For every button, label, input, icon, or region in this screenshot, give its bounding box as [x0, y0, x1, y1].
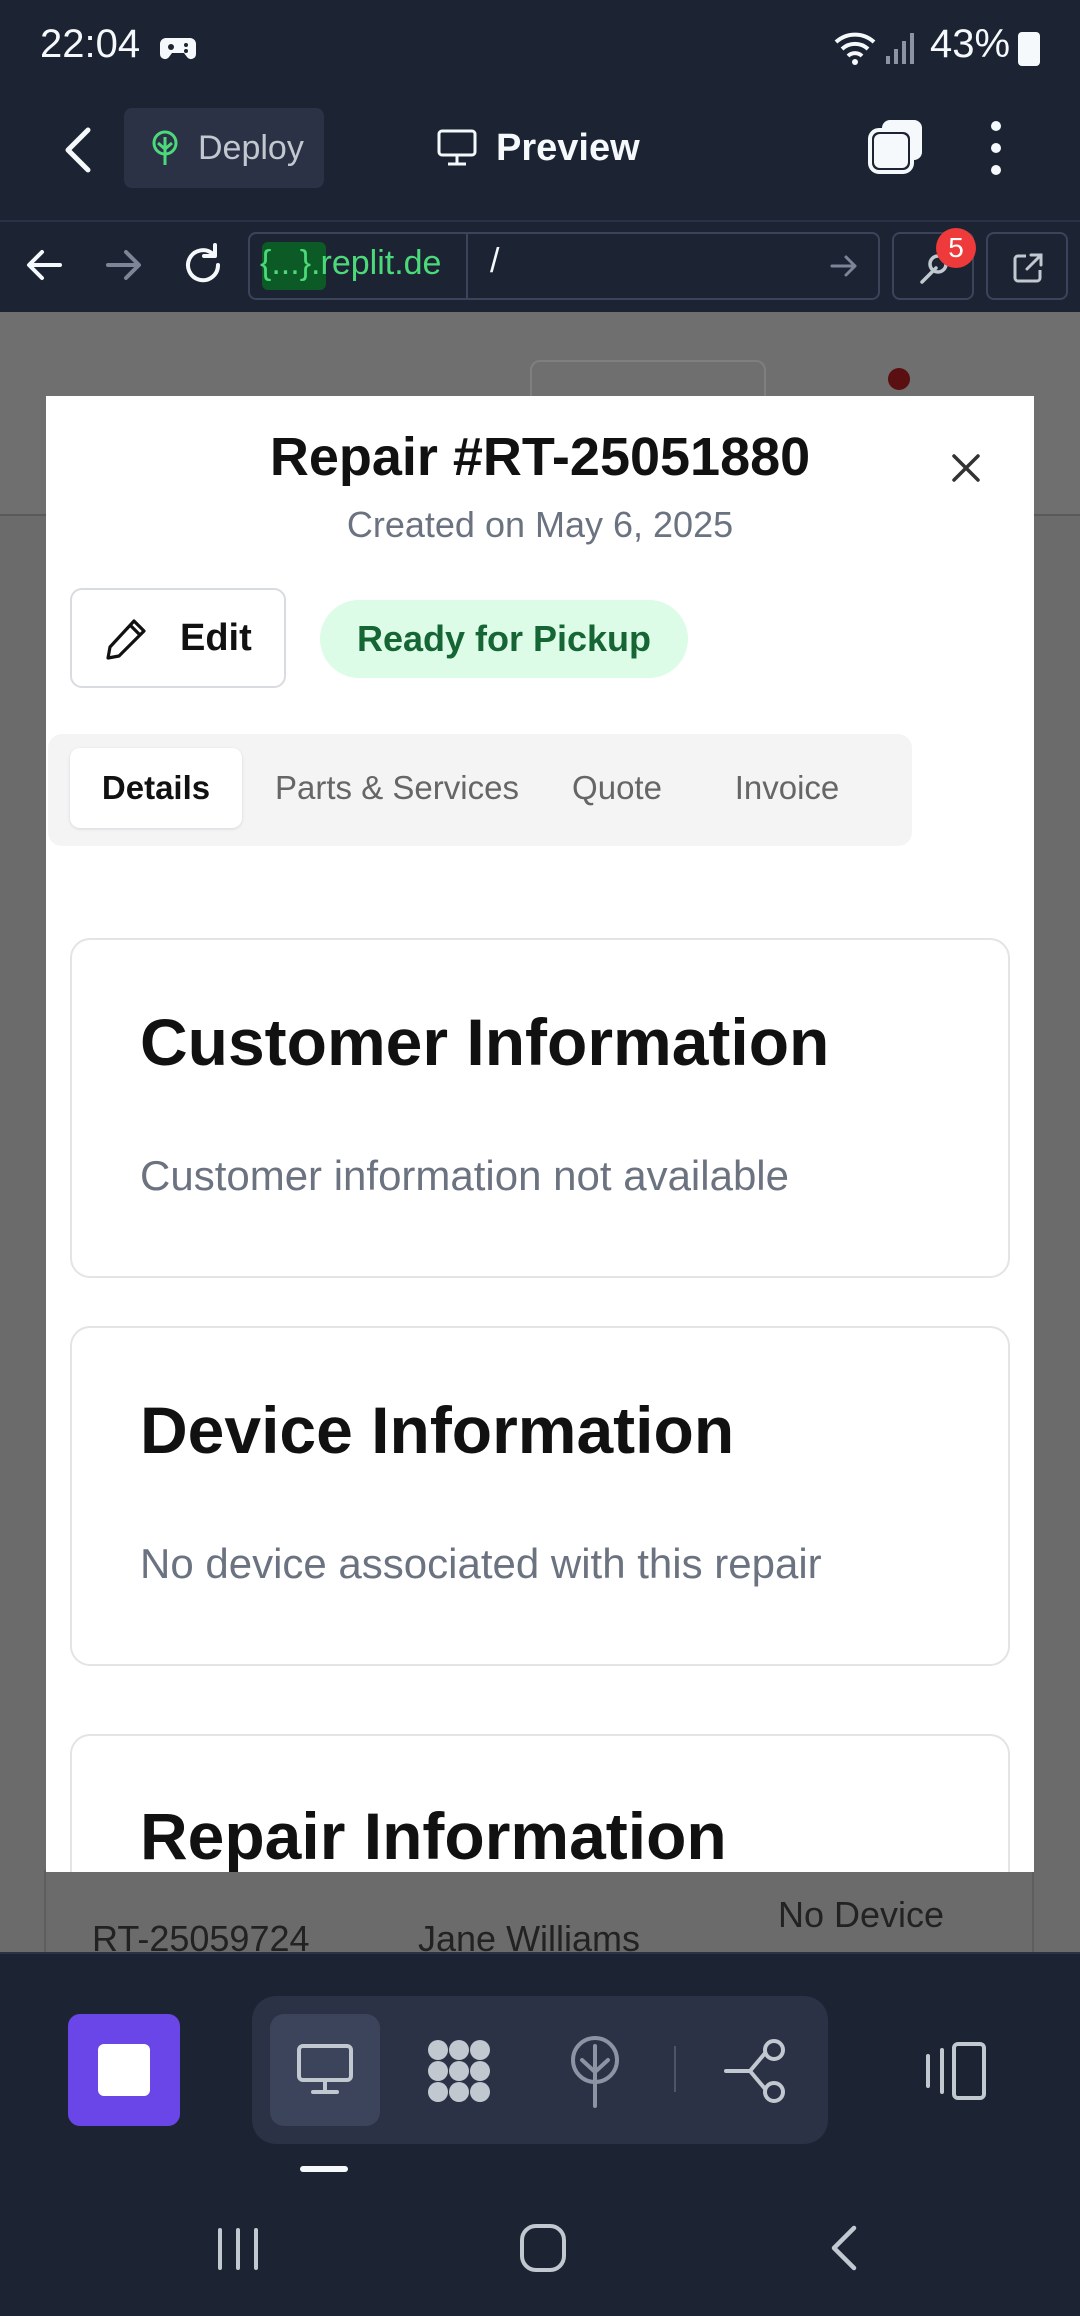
dialog-subtitle: Created on May 6, 2025: [346, 504, 734, 545]
pencil-icon: [106, 619, 146, 660]
preview-tool-button[interactable]: [270, 2014, 380, 2126]
arrow-right-icon[interactable]: [96, 238, 150, 292]
row-device: No Device: [778, 1894, 945, 1935]
recent-apps-icon[interactable]: [214, 2226, 264, 2272]
battery-icon: [1018, 32, 1040, 66]
split-panel-icon[interactable]: [920, 2040, 990, 2102]
preview-label: Preview: [496, 126, 640, 169]
edit-button[interactable]: Edit: [70, 588, 286, 688]
edit-label: Edit: [180, 616, 252, 659]
open-external-button[interactable]: [986, 232, 1068, 300]
game-controller-icon: [160, 38, 196, 59]
device-info-card: Device Information No device associated …: [70, 1326, 1010, 1666]
reload-icon[interactable]: [176, 238, 230, 292]
wifi-icon: [834, 32, 876, 65]
tab-quote[interactable]: Quote: [552, 748, 682, 828]
stop-icon: [98, 2044, 150, 2096]
tabs-icon[interactable]: [866, 116, 926, 176]
url-host: {...}.replit.de: [260, 244, 442, 282]
deploy-tree-icon[interactable]: [562, 2034, 628, 2108]
deploy-tree-icon: [152, 130, 178, 165]
active-tool-indicator: [300, 2166, 348, 2172]
repair-info-card: Repair Information: [70, 1734, 1010, 1872]
device-info-text: No device associated with this repair: [140, 1540, 822, 1587]
deploy-button[interactable]: Deploy: [124, 108, 324, 188]
arrow-right-small-icon[interactable]: [828, 250, 860, 282]
customer-info-text: Customer information not available: [140, 1152, 789, 1199]
signal-icon: [886, 33, 914, 64]
repair-info-title: Repair Information: [140, 1799, 727, 1872]
puzzle-icon[interactable]: [424, 2036, 494, 2106]
more-vertical-icon[interactable]: [976, 116, 1016, 180]
system-back-icon[interactable]: [824, 2222, 864, 2274]
tab-parts-services[interactable]: Parts & Services: [262, 748, 532, 828]
back-chevron-icon[interactable]: [50, 120, 110, 180]
arrow-left-icon[interactable]: [18, 238, 72, 292]
git-branch-icon[interactable]: [720, 2036, 790, 2106]
tab-details[interactable]: Details: [70, 748, 242, 828]
url-path[interactable]: /: [490, 242, 499, 281]
notification-dot: [888, 368, 910, 390]
customer-info-card: Customer Information Customer informatio…: [70, 938, 1010, 1278]
close-icon[interactable]: [942, 444, 990, 492]
preview-tab[interactable]: Preview: [436, 118, 640, 178]
url-divider: [466, 234, 468, 298]
tab-list: Details Parts & Services Quote Invoice: [48, 734, 912, 846]
status-badge: Ready for Pickup: [320, 600, 688, 678]
status-time: 22:04: [40, 22, 141, 66]
monitor-icon: [297, 2044, 353, 2094]
tab-invoice[interactable]: Invoice: [702, 748, 872, 828]
devtools-count-badge: 5: [936, 228, 976, 268]
home-icon[interactable]: [518, 2222, 568, 2274]
device-info-title: Device Information: [140, 1393, 735, 1467]
dialog-title: Repair #RT-25051880: [269, 427, 811, 487]
customer-info-title: Customer Information: [140, 1005, 830, 1079]
open-external-icon: [1013, 253, 1043, 283]
repair-detail-dialog: Repair #RT-25051880 Created on May 6, 20…: [46, 396, 1034, 1872]
deploy-label: Deploy: [198, 128, 304, 167]
toolbar-divider: [674, 2046, 676, 2092]
battery-percent: 43%: [930, 22, 1011, 66]
monitor-icon: [437, 129, 477, 166]
